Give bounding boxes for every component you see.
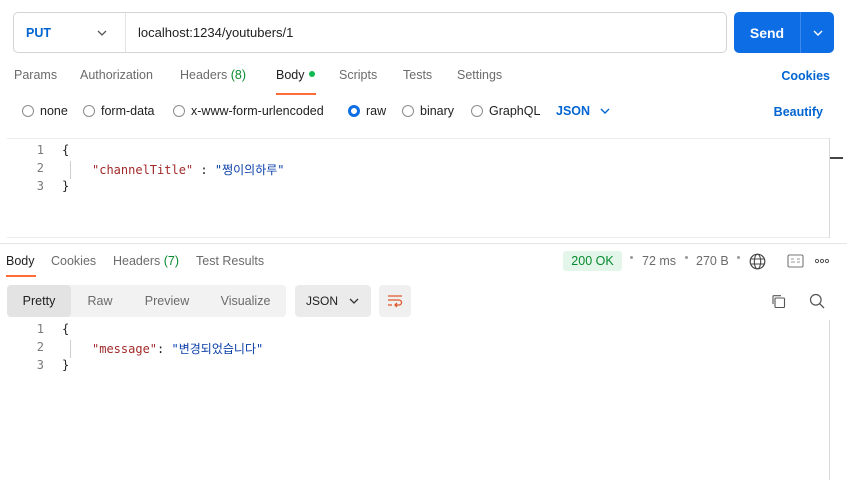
radio-circle [402, 105, 414, 117]
code-text: "channelTitle" : "쩡이의하루" [92, 163, 285, 177]
code-line: 2 "channelTitle" : "쩡이의하루" [7, 161, 829, 179]
radio-binary[interactable]: binary [402, 104, 454, 118]
active-tab-underline [276, 93, 316, 95]
wrap-lines-button[interactable] [379, 285, 411, 317]
method-select[interactable]: PUT [14, 13, 126, 52]
radio-raw[interactable]: raw [348, 104, 386, 118]
separator-dot [630, 256, 633, 259]
chevron-down-icon [349, 298, 359, 304]
line-number: 3 [36, 358, 44, 372]
view-preview-button[interactable]: Preview [129, 285, 205, 317]
headers-count: (8) [230, 68, 247, 82]
line-number: 3 [36, 179, 44, 193]
response-time[interactable]: 72 ms [642, 254, 676, 268]
body-type-radios: none form-data x-www-form-urlencoded raw… [0, 104, 847, 122]
url-input[interactable]: localhost:1234/youtubers/1 [126, 25, 726, 40]
line-number: 2 [36, 161, 44, 175]
body-modified-dot [308, 70, 315, 77]
view-pretty-button[interactable]: Pretty [7, 285, 71, 317]
radio-circle-selected [348, 105, 360, 117]
code-text: } [62, 179, 70, 193]
globe-icon[interactable] [747, 251, 767, 271]
view-raw-button[interactable]: Raw [71, 285, 129, 317]
code-text: { [62, 143, 70, 157]
response-tabs: Body Cookies Headers (7) Test Results [0, 254, 560, 272]
chevron-down-icon [97, 30, 107, 36]
cookies-link[interactable]: Cookies [781, 69, 830, 83]
request-body-editor[interactable]: 1 { 2 "channelTitle" : "쩡이의하루" 3 } [7, 138, 829, 238]
radio-circle [83, 105, 95, 117]
line-number: 1 [36, 322, 44, 336]
tab-params[interactable]: Params [14, 68, 57, 82]
radio-circle [22, 105, 34, 117]
wrap-lines-icon [388, 295, 403, 308]
indent-guide [70, 161, 71, 179]
response-tab-headers[interactable]: Headers (7) [113, 254, 179, 268]
code-line: 3 } [7, 179, 829, 197]
view-visualize-button[interactable]: Visualize [205, 285, 286, 317]
radio-none[interactable]: none [22, 104, 68, 118]
radio-circle [471, 105, 483, 117]
code-text: { [62, 322, 70, 336]
request-tabs: Params Authorization Headers (8) Body Sc… [0, 68, 847, 86]
separator-dot [685, 256, 688, 259]
code-line: 3 } [7, 358, 829, 376]
copy-icon[interactable] [769, 292, 787, 310]
body-language-select[interactable]: JSON [556, 104, 610, 118]
separator-dot [737, 256, 740, 259]
request-scrollbar[interactable] [829, 138, 830, 238]
response-divider[interactable] [0, 243, 847, 244]
code-text: } [62, 358, 70, 372]
code-text: "message": "변경되었습니다" [92, 342, 264, 356]
tab-tests[interactable]: Tests [403, 68, 432, 82]
beautify-button[interactable]: Beautify [774, 105, 823, 119]
more-options-icon[interactable] [812, 252, 832, 270]
chevron-down-icon [600, 108, 610, 114]
scroll-marker [830, 157, 843, 159]
code-line: 2 "message": "변경되었습니다" [7, 340, 829, 358]
method-label: PUT [26, 25, 51, 40]
send-button[interactable]: Send [734, 25, 800, 41]
headers-count: (7) [163, 254, 180, 268]
response-format-select[interactable]: JSON [295, 285, 371, 317]
response-body-viewer[interactable]: 1 { 2 "message": "변경되었습니다" 3 } [7, 320, 829, 480]
response-tab-cookies[interactable]: Cookies [51, 254, 96, 268]
tab-authorization[interactable]: Authorization [80, 68, 153, 82]
url-bar: PUT localhost:1234/youtubers/1 [13, 12, 727, 53]
send-options-button[interactable] [801, 30, 834, 36]
response-tab-body[interactable]: Body [6, 254, 35, 268]
indent-guide [70, 340, 71, 358]
active-tab-underline [6, 275, 36, 277]
chevron-down-icon [813, 30, 822, 36]
code-line: 1 { [7, 143, 829, 161]
radio-graphql[interactable]: GraphQL [471, 104, 540, 118]
response-scrollbar[interactable] [829, 320, 830, 480]
line-number: 1 [36, 143, 44, 157]
response-tab-test-results[interactable]: Test Results [196, 254, 264, 268]
status-badge[interactable]: 200 OK [563, 251, 622, 271]
tab-scripts[interactable]: Scripts [339, 68, 377, 82]
code-line: 1 { [7, 322, 829, 340]
radio-circle [173, 105, 185, 117]
tab-body[interactable]: Body [276, 68, 315, 82]
save-response-icon[interactable] [785, 252, 805, 270]
radio-form-data[interactable]: form-data [83, 104, 155, 118]
search-icon[interactable] [808, 292, 826, 310]
radio-x-www-form-urlencoded[interactable]: x-www-form-urlencoded [173, 104, 324, 118]
line-number: 2 [36, 340, 44, 354]
tab-headers[interactable]: Headers (8) [180, 68, 246, 82]
response-size[interactable]: 270 B [696, 254, 729, 268]
send-button-group: Send [734, 12, 834, 53]
view-mode-group: Pretty Raw Preview Visualize [7, 285, 286, 317]
tab-settings[interactable]: Settings [457, 68, 502, 82]
